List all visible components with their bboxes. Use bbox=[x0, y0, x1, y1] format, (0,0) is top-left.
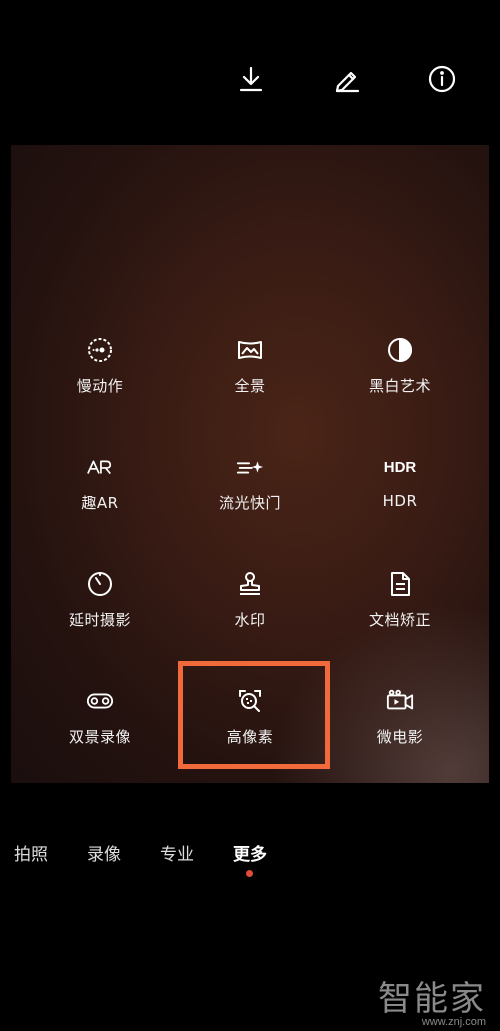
tab-pro[interactable]: 专业 bbox=[160, 840, 194, 865]
mode-ar[interactable]: 趣AR bbox=[25, 452, 175, 552]
mode-time-lapse[interactable]: 延时摄影 bbox=[25, 569, 175, 669]
info-icon[interactable] bbox=[425, 62, 459, 96]
time-lapse-icon bbox=[85, 569, 115, 599]
mode-label: 黑白艺术 bbox=[368, 377, 431, 395]
mode-label: 水印 bbox=[234, 611, 266, 629]
mode-label: 趣AR bbox=[81, 494, 119, 512]
tab-photo[interactable]: 拍照 bbox=[14, 840, 48, 865]
mode-panorama[interactable]: 全景 bbox=[175, 335, 325, 435]
mode-label: 延时摄影 bbox=[68, 611, 131, 629]
site-watermark: 智能家 www.znj.com bbox=[378, 980, 486, 1028]
mode-label: 文档矫正 bbox=[368, 611, 431, 629]
slow-motion-icon bbox=[85, 335, 115, 365]
top-toolbar bbox=[0, 0, 500, 145]
high-resolution-icon bbox=[235, 686, 265, 716]
mode-dual-view[interactable]: 双景录像 bbox=[25, 686, 175, 786]
mode-light-painting[interactable]: 流光快门 bbox=[175, 452, 325, 552]
tab-more[interactable]: 更多 bbox=[233, 840, 267, 865]
mode-slow-motion[interactable]: 慢动作 bbox=[25, 335, 175, 435]
mode-label: 流光快门 bbox=[218, 494, 281, 512]
light-painting-icon bbox=[235, 452, 265, 482]
watermark-stamp-icon bbox=[235, 569, 265, 599]
tab-video[interactable]: 录像 bbox=[87, 840, 121, 865]
mode-label: 慢动作 bbox=[76, 377, 124, 395]
mode-hdr[interactable]: HDR HDR bbox=[325, 452, 475, 552]
mode-micro-movie[interactable]: 微电影 bbox=[325, 686, 475, 786]
monochrome-icon bbox=[385, 335, 415, 365]
hdr-icon: HDR bbox=[383, 452, 417, 482]
download-icon[interactable] bbox=[234, 62, 268, 96]
mode-monochrome[interactable]: 黑白艺术 bbox=[325, 335, 475, 435]
mode-watermark[interactable]: 水印 bbox=[175, 569, 325, 669]
edit-pencil-icon[interactable] bbox=[330, 62, 364, 96]
mode-label: 微电影 bbox=[376, 728, 424, 746]
mode-label: 全景 bbox=[234, 377, 266, 395]
ar-icon bbox=[85, 452, 115, 482]
document-icon bbox=[385, 569, 415, 599]
mode-label: 双景录像 bbox=[68, 728, 131, 746]
active-tab-indicator bbox=[246, 870, 253, 877]
hdr-icon-text: HDR bbox=[383, 458, 417, 476]
mode-label: HDR bbox=[382, 492, 418, 510]
watermark-brand: 智能家 bbox=[378, 979, 486, 1019]
mode-label: 高像素 bbox=[226, 728, 274, 746]
micro-movie-icon bbox=[385, 686, 415, 716]
dual-view-icon bbox=[85, 686, 115, 716]
panorama-icon bbox=[235, 335, 265, 365]
mode-high-resolution[interactable]: 高像素 bbox=[175, 686, 325, 786]
mode-document[interactable]: 文档矫正 bbox=[325, 569, 475, 669]
